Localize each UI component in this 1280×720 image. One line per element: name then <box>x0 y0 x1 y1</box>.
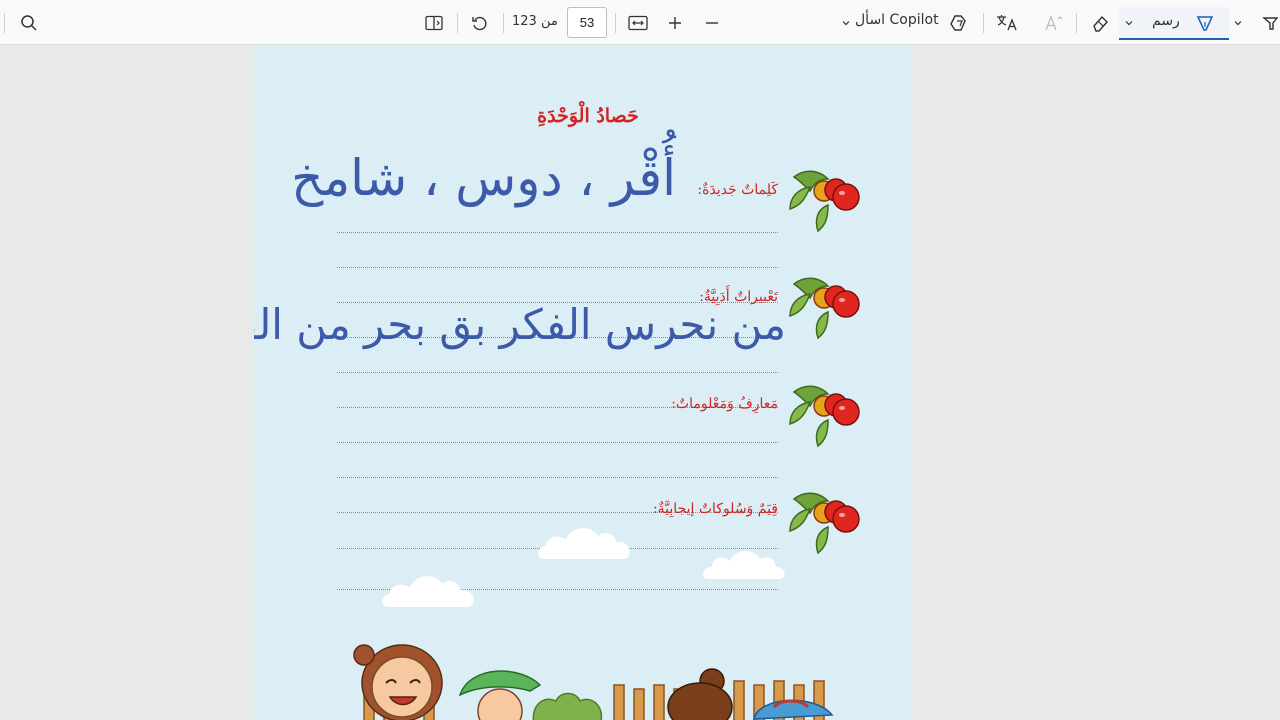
toolbar-separator <box>1076 13 1077 33</box>
document-page: حَصادُ الْوَحْدَةِ كَلِماتٌ جَديدَةٌ: أُ… <box>254 45 912 720</box>
translate-button[interactable] <box>993 8 1021 38</box>
toolbar-separator <box>615 13 616 33</box>
handwriting-new-words: أُقْر ، دوس ، شامخ <box>291 149 676 207</box>
writing-line <box>337 372 778 373</box>
writing-line <box>337 442 778 443</box>
chevron-down-icon <box>842 21 850 26</box>
pdf-toolbar: من 123 اسأل Copilot رسم <box>0 0 1280 45</box>
copilot-label[interactable]: اسأل Copilot <box>855 12 939 28</box>
toolbar-separator <box>503 13 504 33</box>
page-total: من 123 <box>512 14 558 29</box>
copilot-icon <box>950 15 966 31</box>
handwriting-literary-expressions: من نحرس الفكر بق بحر من الفلو <box>254 300 786 349</box>
pen-icon <box>1196 16 1214 31</box>
draw-dropdown-button[interactable] <box>1121 8 1137 38</box>
section-label-positive-values: قِيَمٌ وَسُلوكاتٌ إيجابِيَّةٌ: <box>652 501 778 517</box>
tomato-icon <box>789 170 860 233</box>
toolbar-separator <box>4 13 5 33</box>
chevron-down-icon <box>1234 21 1242 26</box>
toolbar-separator <box>983 13 984 33</box>
draw-label[interactable]: رسم <box>1152 13 1180 29</box>
highlighter-button[interactable] <box>1259 8 1280 38</box>
fit-width-button[interactable] <box>625 8 651 38</box>
zoom-out-button[interactable] <box>699 8 725 38</box>
read-aloud-button[interactable] <box>1041 8 1067 38</box>
zoom-out-icon <box>706 22 718 24</box>
eraser-icon <box>1093 15 1108 32</box>
cloud-decoration <box>538 528 630 559</box>
rotate-icon <box>472 16 487 31</box>
pen-button[interactable] <box>1192 8 1218 38</box>
tomato-icon <box>789 385 860 448</box>
copilot-button[interactable] <box>946 8 972 38</box>
writing-line <box>337 477 778 478</box>
rotate-button[interactable] <box>467 8 493 38</box>
section-label-knowledge: مَعارِفُ وَمَعْلوماتٌ: <box>671 396 778 412</box>
zoom-in-icon <box>669 17 681 29</box>
translate-icon <box>997 15 1017 31</box>
section-label-new-words: كَلِماتٌ جَديدَةٌ: <box>697 182 778 198</box>
search-button[interactable] <box>16 8 42 38</box>
writing-line <box>337 232 778 233</box>
pen-dropdown-button[interactable] <box>1230 8 1246 38</box>
page-view-button[interactable] <box>421 8 447 38</box>
chevron-down-icon <box>1125 21 1133 26</box>
eraser-button[interactable] <box>1087 8 1113 38</box>
tomato-icon <box>789 277 860 340</box>
zoom-in-button[interactable] <box>662 8 688 38</box>
page-number-input[interactable] <box>567 7 607 38</box>
toolbar-separator <box>457 13 458 33</box>
fit-width-icon <box>628 15 648 31</box>
page-title: حَصادُ الْوَحْدَةِ <box>537 105 639 127</box>
highlighter-icon <box>1261 17 1278 30</box>
writing-line <box>337 267 778 268</box>
cloud-decoration <box>382 576 474 607</box>
copilot-dropdown-button[interactable] <box>838 8 854 38</box>
sidebar-icon <box>425 15 443 31</box>
search-icon <box>21 15 37 31</box>
read-aloud-icon <box>1045 15 1063 31</box>
kids-illustration <box>353 644 834 720</box>
tomato-icon <box>789 492 860 555</box>
cloud-decoration <box>703 550 785 579</box>
